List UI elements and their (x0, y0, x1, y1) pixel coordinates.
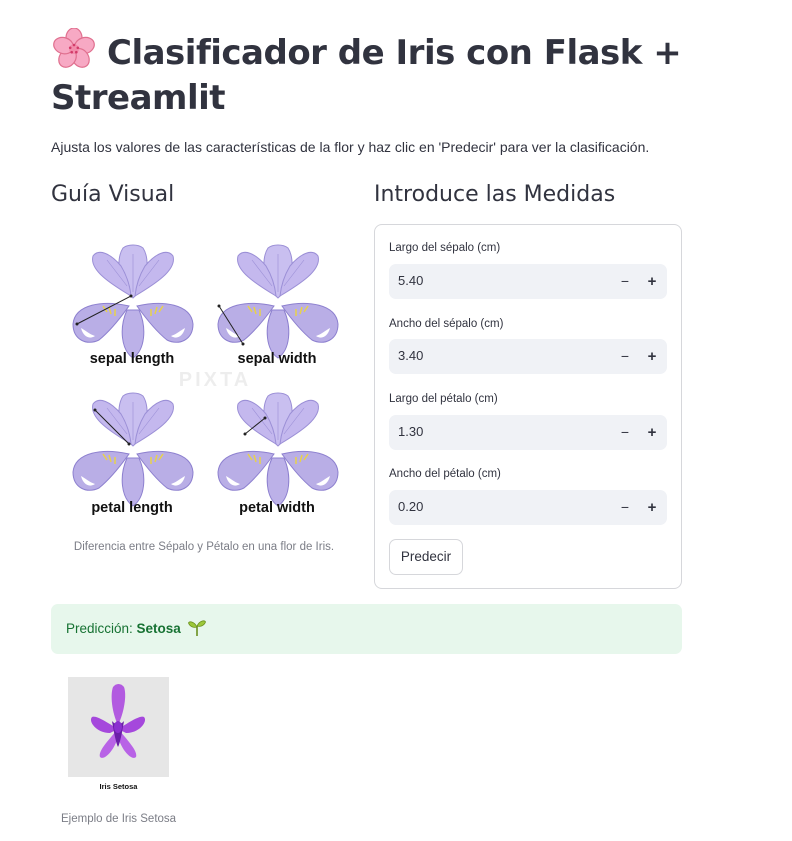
petal-width-input[interactable]: 0.20 − + (389, 490, 667, 525)
iris-setosa-caption: Ejemplo de Iris Setosa (61, 813, 177, 825)
label-sepal-length: sepal length (90, 351, 175, 367)
petal-length-input[interactable]: 1.30 − + (389, 415, 667, 450)
sepal-width-input[interactable]: 3.40 − + (389, 339, 667, 374)
visual-guide-caption: Diferencia entre Sépalo y Pétalo en una … (73, 541, 335, 553)
petal-width-label: Ancho del pétalo (cm) (389, 468, 501, 480)
iris-setosa-image-label: Iris Setosa (99, 782, 138, 791)
predict-button[interactable]: Predecir (389, 539, 463, 575)
prediction-text: Predicción: Setosa (66, 620, 206, 636)
sepal-length-label: Largo del sépalo (cm) (389, 242, 501, 254)
sepal-width-decrement-button[interactable]: − (611, 339, 639, 374)
sepal-length-increment-button[interactable]: + (638, 264, 666, 299)
petal-length-label: Largo del pétalo (cm) (389, 393, 498, 405)
petal-width-decrement-button[interactable]: − (611, 490, 639, 525)
seedling-icon (187, 620, 206, 636)
watermark-text: PIXTA (179, 369, 251, 391)
petal-length-increment-button[interactable]: + (638, 415, 666, 450)
petal-length-value[interactable]: 1.30 (398, 424, 423, 439)
page-subtitle: Ajusta los valores de las característica… (51, 139, 650, 155)
petal-width-value[interactable]: 0.20 (398, 499, 423, 514)
sepal-length-input[interactable]: 5.40 − + (389, 264, 667, 299)
prediction-value: Setosa (136, 621, 181, 636)
sepal-width-value[interactable]: 3.40 (398, 348, 423, 363)
prediction-alert: Predicción: Setosa (51, 604, 682, 654)
page-title-text: Clasificador de Iris con Flask + Streaml… (51, 33, 682, 118)
label-petal-length: petal length (91, 500, 172, 516)
iris-setosa-image (68, 677, 169, 777)
cherry-blossom-icon (53, 28, 95, 68)
sepal-width-increment-button[interactable]: + (638, 339, 666, 374)
sepal-length-value[interactable]: 5.40 (398, 273, 423, 288)
measurements-form: Largo del sépalo (cm) 5.40 − + Ancho del… (374, 224, 682, 589)
prediction-prefix: Predicción: (66, 621, 137, 636)
petal-width-increment-button[interactable]: + (638, 490, 666, 525)
iris-diagram-image: sepal length sepal width petal length pe… (72, 244, 339, 516)
page-title: Clasificador de Iris con Flask + Streaml… (51, 28, 691, 121)
label-sepal-width: sepal width (238, 351, 317, 367)
sepal-length-decrement-button[interactable]: − (611, 264, 639, 299)
label-petal-width: petal width (239, 500, 315, 516)
measurements-heading: Introduce las Medidas (374, 182, 616, 207)
petal-length-decrement-button[interactable]: − (611, 415, 639, 450)
visual-guide-heading: Guía Visual (51, 182, 175, 207)
sepal-width-label: Ancho del sépalo (cm) (389, 318, 504, 330)
